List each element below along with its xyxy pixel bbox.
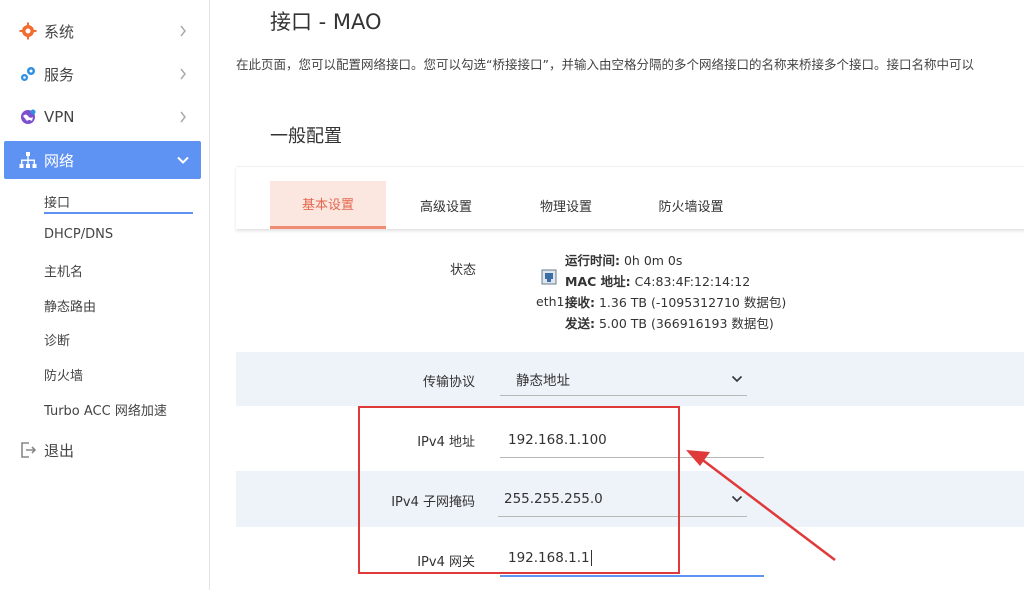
sidebar-item-services[interactable]: 服务	[4, 55, 201, 93]
protocol-select[interactable]: 静态地址	[500, 362, 747, 396]
mac-label: MAC 地址:	[565, 274, 631, 289]
vpn-globe-icon	[18, 107, 38, 127]
ethernet-port-icon	[541, 269, 557, 289]
tab-physical-settings[interactable]: 物理设置	[516, 181, 616, 229]
status-label: 状态	[449, 263, 476, 278]
chevron-right-icon	[177, 111, 189, 123]
protocol-value: 静态地址	[516, 372, 570, 389]
sidebar-item-label: 服务	[44, 65, 75, 84]
chevron-down-icon	[177, 154, 189, 166]
uptime-label: 运行时间:	[565, 253, 620, 268]
tab-basic-settings[interactable]: 基本设置	[270, 181, 386, 229]
sidebar-item-vpn[interactable]: VPN	[4, 98, 201, 136]
chevron-right-icon	[177, 68, 189, 80]
rx-label: 接收:	[565, 295, 595, 310]
uptime-value: 0h 0m 0s	[623, 253, 683, 268]
page-description: 在此页面，您可以配置网络接口。您可以勾选“桥接接口”，并输入由空格分隔的多个网络…	[236, 57, 974, 72]
gear-icon	[18, 21, 38, 41]
page-title: 接口 - MAO	[270, 10, 382, 34]
main-content: 接口 - MAO 在此页面，您可以配置网络接口。您可以勾选“桥接接口”，并输入由…	[210, 0, 1024, 590]
rx-value: 1.36 TB (-1095312710 数据包)	[598, 295, 787, 310]
sidebar-item-label: VPN	[44, 108, 75, 126]
tx-value: 5.00 TB (366916193 数据包)	[598, 316, 774, 331]
status-details: 运行时间: 0h 0m 0s MAC 地址: C4:83:4F:12:14:12…	[565, 250, 786, 334]
sidebar-subitem-static-routes[interactable]: 静态路由	[44, 296, 96, 315]
sidebar-subitem-interfaces[interactable]: 接口	[44, 192, 70, 211]
active-subitem-underline	[44, 212, 193, 214]
section-title: 一般配置	[270, 126, 342, 147]
annotation-highlight-box	[358, 406, 680, 574]
sidebar-item-logout[interactable]: 退出	[4, 431, 201, 469]
chevron-right-icon	[177, 25, 189, 37]
protocol-label: 传输协议	[422, 375, 475, 390]
tx-label: 发送:	[565, 316, 595, 331]
sidebar-subitem-hostname[interactable]: 主机名	[44, 261, 83, 280]
network-icon	[18, 150, 38, 170]
sidebar-subitem-firewall[interactable]: 防火墙	[44, 365, 83, 384]
sidebar-subitem-diagnostics[interactable]: 诊断	[44, 330, 70, 349]
sidebar-item-system[interactable]: 系统	[4, 12, 201, 50]
tab-advanced-settings[interactable]: 高级设置	[396, 181, 496, 229]
sidebar-item-network[interactable]: 网络	[4, 141, 201, 179]
device-name: eth1	[536, 294, 565, 309]
sidebar-item-label: 系统	[44, 22, 75, 41]
tab-firewall-settings[interactable]: 防火墙设置	[636, 181, 746, 229]
logout-icon	[18, 440, 38, 460]
mac-value: C4:83:4F:12:14:12	[634, 274, 751, 289]
sidebar-item-label: 退出	[44, 441, 75, 460]
chevron-down-icon	[731, 371, 743, 387]
sidebar-subitem-turbo-acc[interactable]: Turbo ACC 网络加速	[44, 400, 167, 419]
annotation-arrow-icon	[686, 450, 836, 561]
sidebar: 系统 服务 VPN 网络 接口 DHCP/DNS 主机名 静态路由 诊断 防火墙…	[0, 0, 210, 590]
sidebar-item-label: 网络	[44, 151, 75, 170]
tab-bar: 基本设置 高级设置 物理设置 防火墙设置	[236, 166, 1024, 229]
sidebar-subitem-dhcp-dns[interactable]: DHCP/DNS	[44, 227, 113, 242]
services-icon	[18, 64, 38, 84]
